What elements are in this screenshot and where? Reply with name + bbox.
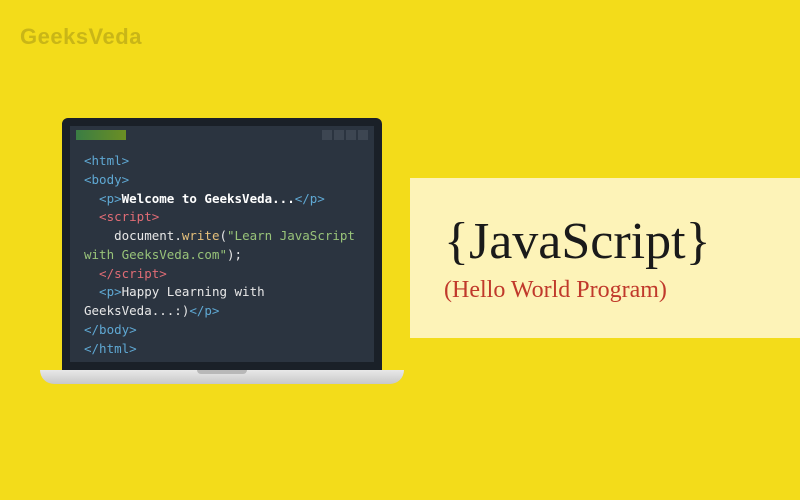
code-line: </html>	[84, 341, 137, 356]
code-text: Happy Learning with	[122, 284, 265, 299]
code-line: </p>	[295, 191, 325, 206]
code-editor-screen: <html> <body> <p>Welcome to GeeksVeda...…	[62, 118, 382, 370]
code-line: ipt>	[137, 266, 167, 281]
code-text: (	[219, 228, 227, 243]
code-line: <p>	[84, 284, 122, 299]
editor-tab	[76, 130, 126, 140]
laptop-illustration: <html> <body> <p>Welcome to GeeksVeda...…	[62, 118, 382, 384]
code-line: <body>	[84, 172, 129, 187]
code-line: </body>	[84, 322, 137, 337]
code-text: document	[84, 228, 174, 243]
code-text: );	[227, 247, 242, 262]
code-text: GeeksVeda...:)	[84, 303, 189, 318]
subtitle: (Hello World Program)	[444, 277, 800, 304]
title-panel: {JavaScript} (Hello World Program)	[410, 178, 800, 338]
code-text: write	[182, 228, 220, 243]
window-button-icon	[358, 130, 368, 140]
code-line: <html>	[84, 153, 129, 168]
code-line: <script>	[84, 209, 159, 224]
code-line: </p>	[189, 303, 219, 318]
window-button-icon	[334, 130, 344, 140]
code-line: </scr	[84, 266, 137, 281]
brand-logo: GeeksVeda	[20, 24, 142, 50]
code-text: "Learn JavaScript	[227, 228, 355, 243]
code-text: .	[174, 228, 182, 243]
window-button-icon	[346, 130, 356, 140]
editor-titlebar	[70, 126, 374, 144]
code-block: <html> <body> <p>Welcome to GeeksVeda...…	[70, 144, 374, 366]
code-text: with GeeksVeda.com"	[84, 247, 227, 262]
code-line: <p>	[84, 191, 122, 206]
code-text: Welcome to GeeksVeda...	[122, 191, 295, 206]
main-title: {JavaScript}	[444, 212, 800, 271]
laptop-base	[40, 370, 404, 384]
window-button-icon	[322, 130, 332, 140]
